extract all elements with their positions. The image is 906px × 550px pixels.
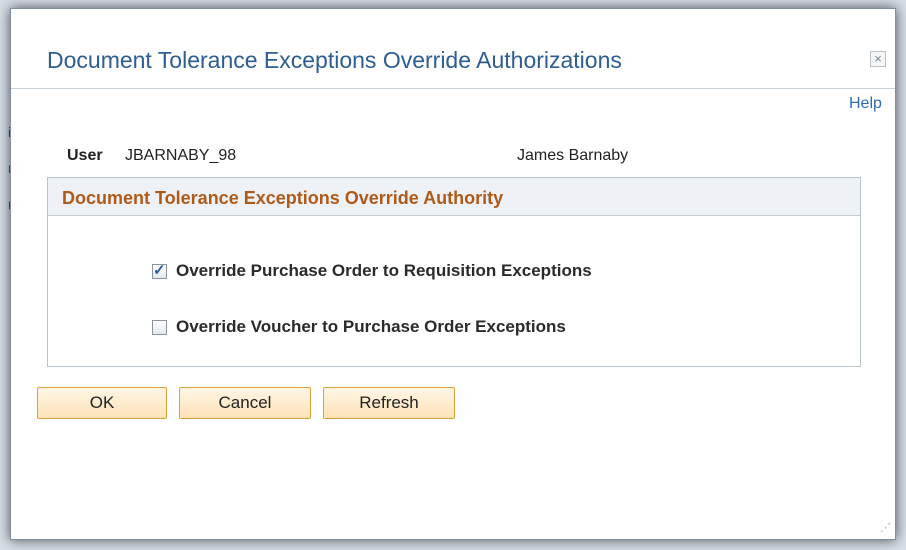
override-authority-section: Document Tolerance Exceptions Override A…: [47, 177, 861, 367]
dialog-header: Document Tolerance Exceptions Override A…: [11, 9, 895, 89]
override-authorizations-dialog: Document Tolerance Exceptions Override A…: [10, 8, 896, 540]
section-header: Document Tolerance Exceptions Override A…: [48, 178, 860, 216]
dialog-title: Document Tolerance Exceptions Override A…: [47, 47, 622, 73]
override-po-to-requisition-option[interactable]: ✓ Override Purchase Order to Requisition…: [152, 260, 592, 282]
user-label: User: [67, 147, 103, 164]
override-po-to-requisition-checkbox[interactable]: ✓: [152, 261, 167, 279]
checkmark-icon: ✓: [153, 261, 166, 279]
section-title: Document Tolerance Exceptions Override A…: [62, 188, 504, 208]
override-voucher-to-po-checkbox[interactable]: [152, 319, 167, 335]
close-icon[interactable]: ×: [870, 51, 886, 67]
help-link[interactable]: Help: [849, 95, 882, 113]
ok-button[interactable]: OK: [37, 387, 167, 419]
resize-grip-icon[interactable]: ⋰: [877, 521, 891, 535]
override-voucher-to-po-label[interactable]: Override Voucher to Purchase Order Excep…: [176, 317, 566, 337]
override-voucher-to-po-option[interactable]: Override Voucher to Purchase Order Excep…: [152, 316, 566, 338]
cancel-button[interactable]: Cancel: [179, 387, 311, 419]
override-po-to-requisition-label[interactable]: Override Purchase Order to Requisition E…: [176, 261, 592, 281]
user-id-value: JBARNABY_98: [125, 147, 237, 164]
refresh-button[interactable]: Refresh: [323, 387, 455, 419]
user-name-value: James Barnaby: [517, 147, 629, 164]
